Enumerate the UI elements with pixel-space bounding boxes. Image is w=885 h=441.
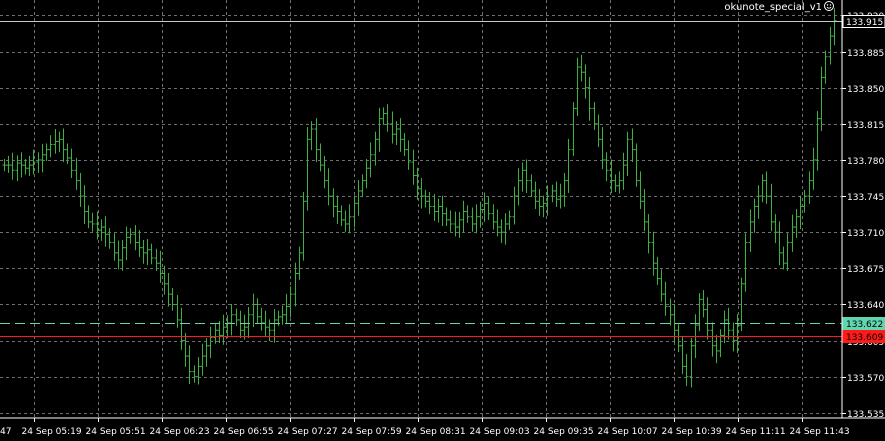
x-tick-label: 24 Sep 09:35 [534, 427, 594, 437]
price-tag-label: 133.609 [846, 333, 883, 343]
price-tag-label: 133.915 [846, 18, 883, 28]
y-tick-label: 133.885 [847, 49, 884, 59]
x-tick-label: 24 Sep 06:55 [214, 427, 274, 437]
x-tick-label: 24 Sep 09:03 [470, 427, 530, 437]
price-chart[interactable]: 133.920133.885133.850133.815133.780133.7… [0, 0, 885, 441]
indicator-label-group: okunote_special_v1 [724, 1, 834, 13]
y-tick-label: 133.675 [847, 265, 884, 275]
x-tick-label: 24 Sep 06:23 [150, 427, 210, 437]
y-tick-label: 133.640 [847, 301, 884, 311]
x-tick-label: 24 Sep 10:39 [662, 427, 722, 437]
price-tag-label: 133.622 [846, 320, 883, 330]
x-tick-label: 24 Sep 07:59 [342, 427, 402, 437]
x-tick-label: 47 [0, 427, 11, 437]
x-tick-label: 24 Sep 07:27 [278, 427, 338, 437]
x-tick-label: 24 Sep 08:31 [406, 427, 466, 437]
y-tick-label: 133.570 [847, 374, 884, 384]
indicator-name: okunote_special_v1 [724, 2, 822, 13]
x-tick-label: 24 Sep 11:11 [726, 427, 786, 437]
y-tick-label: 133.850 [847, 85, 884, 95]
x-tick-label: 24 Sep 05:19 [22, 427, 82, 437]
y-tick-label: 133.745 [847, 193, 884, 203]
y-tick-label: 133.780 [847, 157, 884, 167]
y-tick-label: 133.710 [847, 229, 884, 239]
y-tick-label: 133.535 [847, 410, 884, 420]
x-tick-label: 24 Sep 05:51 [86, 427, 146, 437]
x-tick-label: 24 Sep 11:43 [790, 427, 850, 437]
y-tick-label: 133.815 [847, 121, 884, 131]
x-tick-label: 24 Sep 10:07 [598, 427, 658, 437]
